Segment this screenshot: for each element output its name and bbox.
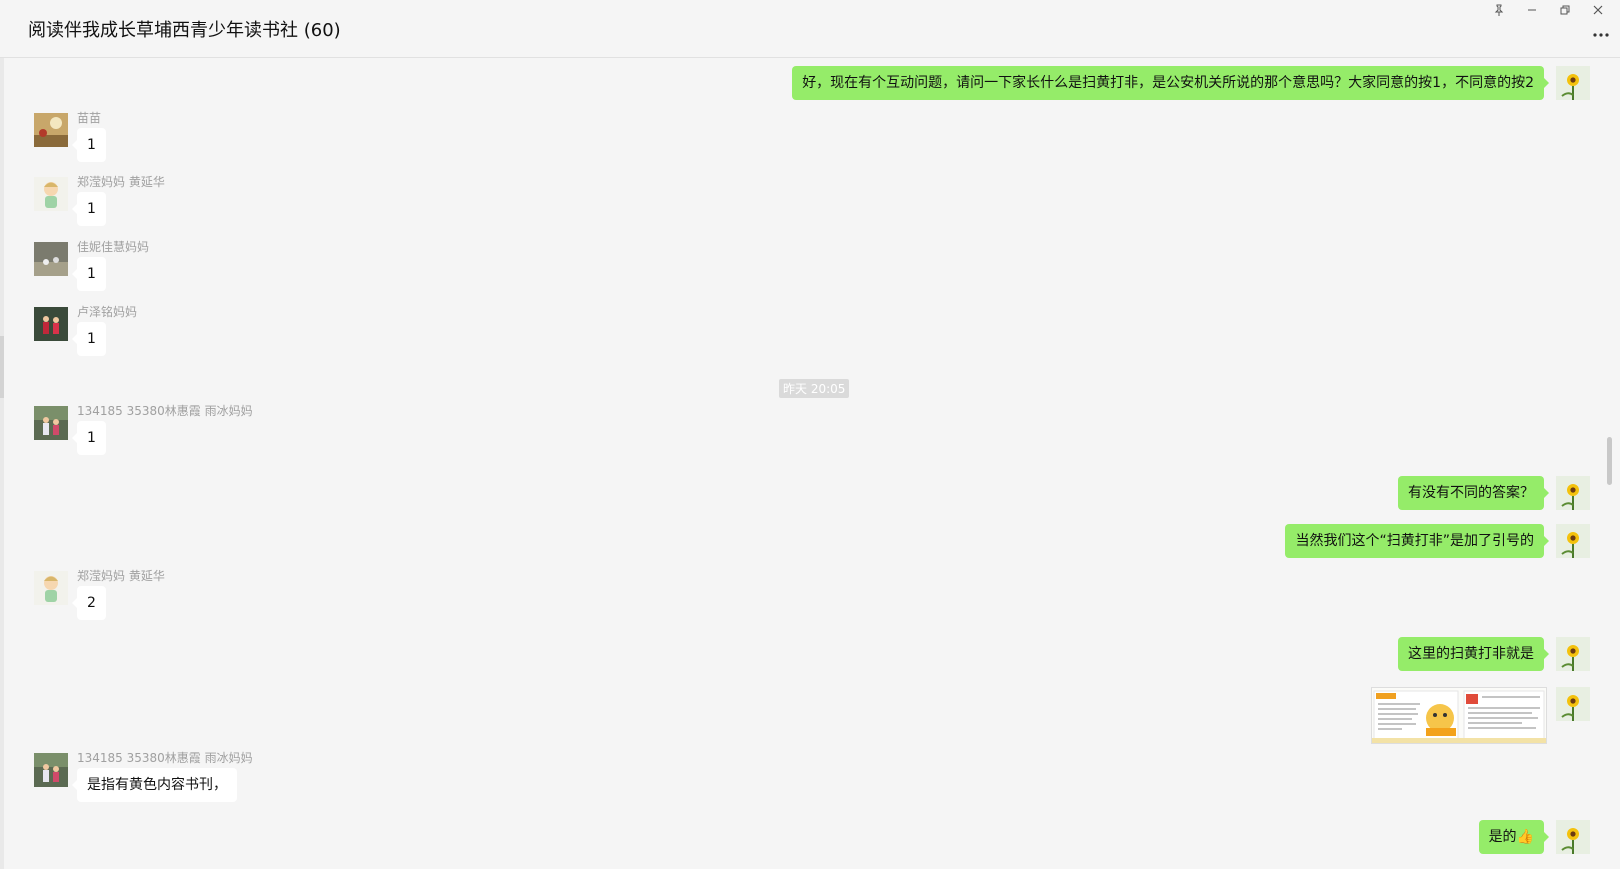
sender-avatar[interactable] bbox=[34, 307, 68, 341]
pin-icon[interactable] bbox=[1482, 0, 1515, 20]
chat-bubble-incoming[interactable]: 是指有黄色内容书刊， bbox=[72, 768, 237, 802]
title-bar: 阅读伴我成长草埔西青少年读书社 (60) bbox=[0, 0, 1620, 58]
chat-bubble-incoming[interactable]: 2 bbox=[72, 586, 106, 620]
close-icon[interactable] bbox=[1581, 0, 1614, 20]
chat-bubble-outgoing[interactable]: 当然我们这个“扫黄打非”是加了引号的 bbox=[1285, 524, 1549, 558]
chat-bubble-outgoing[interactable]: 这里的扫黄打非就是 bbox=[1398, 637, 1549, 671]
more-icon[interactable] bbox=[1592, 22, 1610, 43]
my-avatar[interactable] bbox=[1556, 476, 1590, 510]
chat-title: 阅读伴我成长草埔西青少年读书社 (60) bbox=[28, 20, 341, 41]
my-avatar[interactable] bbox=[1556, 524, 1590, 558]
sender-name: 郑滢妈妈 黄延华 bbox=[77, 175, 165, 189]
my-avatar[interactable] bbox=[1556, 820, 1590, 854]
chat-bubble-incoming[interactable]: 1 bbox=[72, 421, 106, 455]
minimize-icon[interactable] bbox=[1515, 0, 1548, 20]
sender-avatar[interactable] bbox=[34, 177, 68, 211]
my-avatar[interactable] bbox=[1556, 637, 1590, 671]
chat-area: 好，现在有个互动问题，请问一下家长什么是扫黄打非，是公安机关所说的那个意思吗？大… bbox=[0, 58, 1620, 869]
chat-timestamp: 昨天 20:05 bbox=[779, 379, 850, 398]
chat-bubble-incoming[interactable]: 1 bbox=[72, 257, 106, 291]
chat-bubble-incoming[interactable]: 1 bbox=[72, 128, 106, 162]
sender-name: 佳妮佳慧妈妈 bbox=[77, 240, 150, 254]
chat-bubble-outgoing[interactable]: 好，现在有个互动问题，请问一下家长什么是扫黄打非，是公安机关所说的那个意思吗？大… bbox=[792, 66, 1549, 100]
window-controls bbox=[1482, 0, 1614, 22]
sender-avatar[interactable] bbox=[34, 242, 68, 276]
sender-avatar[interactable] bbox=[34, 406, 68, 440]
sender-avatar[interactable] bbox=[34, 753, 68, 787]
image-message[interactable] bbox=[1371, 687, 1547, 744]
chat-bubble-incoming[interactable]: 1 bbox=[72, 192, 106, 226]
sender-avatar[interactable] bbox=[34, 113, 68, 147]
chat-bubble-outgoing[interactable]: 有没有不同的答案？ bbox=[1398, 476, 1549, 510]
chat-bubble-incoming[interactable]: 1 bbox=[72, 322, 106, 356]
sender-name: 134185 35380林惠霞 雨冰妈妈 bbox=[77, 751, 253, 765]
sender-name: 苗苗 bbox=[77, 111, 102, 125]
chat-bubble-outgoing[interactable]: 是的👍 bbox=[1478, 820, 1550, 854]
sender-name: 134185 35380林惠霞 雨冰妈妈 bbox=[77, 404, 253, 418]
restore-icon[interactable] bbox=[1548, 0, 1581, 20]
sender-name: 郑滢妈妈 黄延华 bbox=[77, 569, 165, 583]
my-avatar[interactable] bbox=[1556, 687, 1590, 721]
sender-avatar[interactable] bbox=[34, 571, 68, 605]
my-avatar[interactable] bbox=[1556, 66, 1590, 100]
sender-name: 卢泽铭妈妈 bbox=[77, 305, 138, 319]
